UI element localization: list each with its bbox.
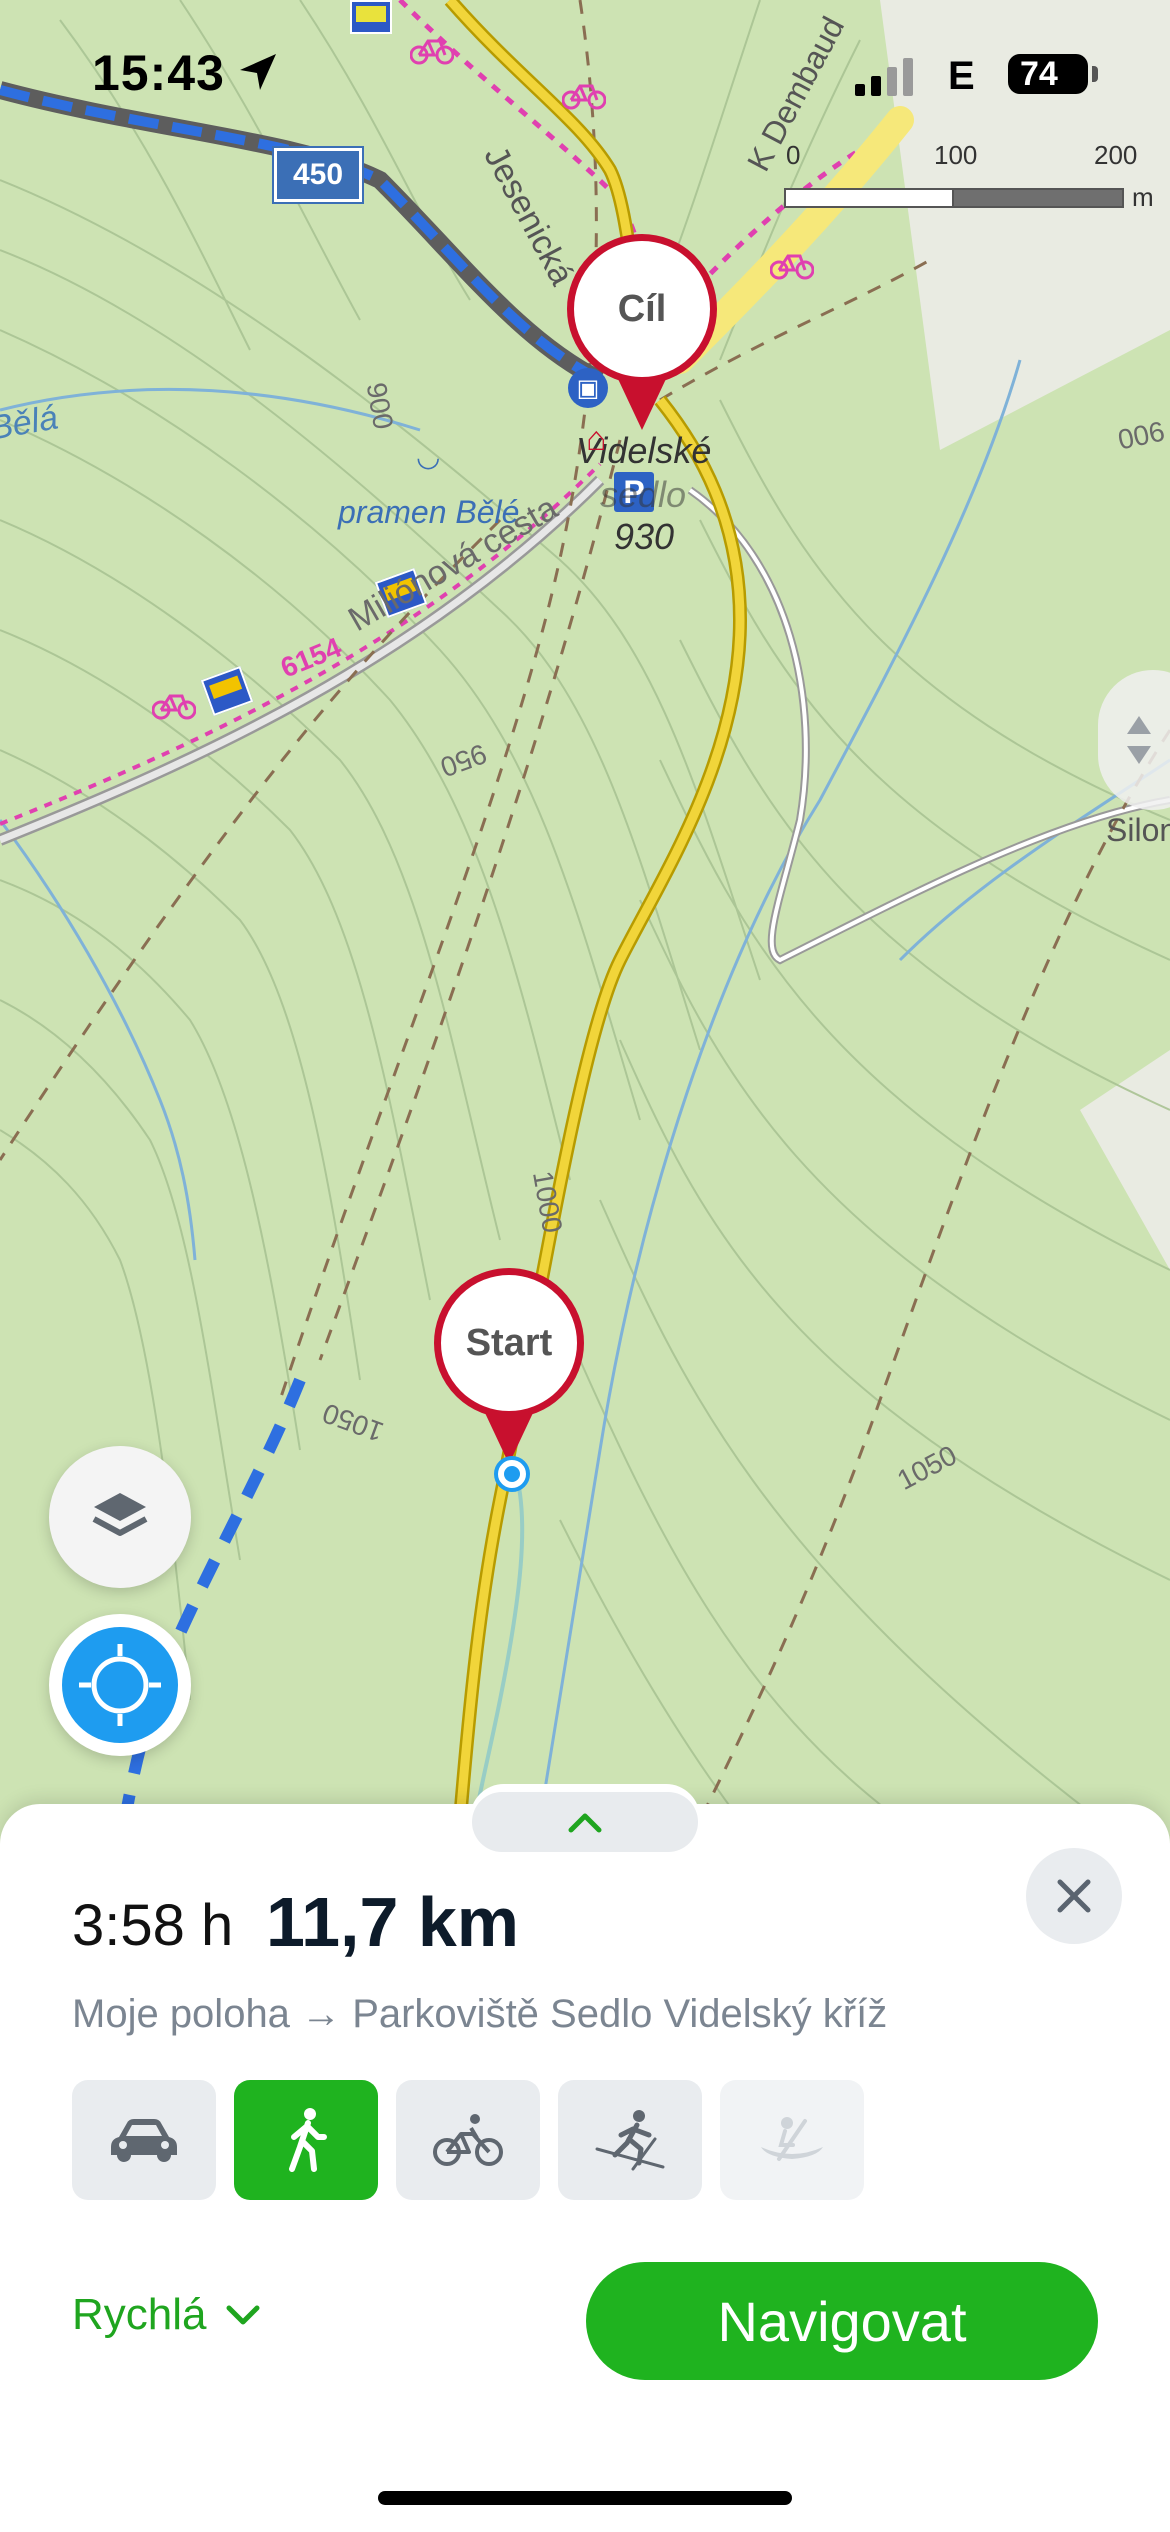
compass-icon [62, 1627, 178, 1743]
scale-label: 0 [786, 140, 801, 170]
canoe-icon [761, 2117, 823, 2161]
expand-vertical-icon [1127, 716, 1151, 764]
scale-label: 100 [934, 140, 978, 170]
map-scale: 0 100 200 m [780, 140, 1160, 220]
walking-icon [289, 2108, 327, 2172]
battery-icon: 74 [1008, 54, 1088, 94]
layers-button[interactable] [49, 1446, 191, 1588]
mode-car-button[interactable] [72, 2080, 216, 2200]
road-number: 450 [292, 158, 344, 191]
bicycle-icon [769, 250, 815, 285]
route-duration: 3:58 h [72, 1893, 234, 1958]
place-label-sedlo: sedlo [600, 474, 687, 515]
battery-level: 74 [1020, 54, 1058, 93]
scale-unit: m [1132, 182, 1154, 212]
home-indicator[interactable] [378, 2491, 792, 2505]
destination-pin[interactable]: Cíl [567, 234, 717, 464]
chevron-up-icon [568, 1813, 602, 1833]
saddle-elevation-label: 930 [614, 516, 675, 557]
mode-walk-button[interactable] [234, 2080, 378, 2200]
mode-bike-button[interactable] [396, 2080, 540, 2200]
mode-canoe-button[interactable] [720, 2080, 864, 2200]
route-type-label: Rychlá [72, 2290, 207, 2339]
close-icon [1057, 1879, 1091, 1913]
navigate-button[interactable]: Navigovat [586, 2262, 1098, 2380]
transport-mode-selector [72, 2080, 864, 2200]
battery-tip [1092, 66, 1098, 82]
route-to: Parkoviště Sedlo Videlský kříž [352, 1992, 888, 2036]
bicycle-icon [151, 690, 197, 725]
start-pin-label: Start [434, 1268, 584, 1418]
status-bar: 15:43 E 74 [0, 0, 1170, 150]
scale-segment [952, 188, 1124, 208]
compass-button[interactable] [49, 1614, 191, 1756]
route-from: Moje poloha [72, 1992, 290, 2036]
current-location-dot [494, 1456, 530, 1492]
network-type: E [948, 54, 975, 98]
status-time: 15:43 [92, 45, 225, 101]
spring-icon: ◡ [416, 441, 441, 472]
route-arrow: → [301, 1992, 342, 2036]
route-distance: 11,7 km [266, 1883, 519, 1961]
skiing-icon [595, 2110, 665, 2171]
map-side-handle[interactable] [1098, 670, 1170, 810]
car-icon [111, 2119, 177, 2162]
place-label-silon: Silon [1106, 812, 1170, 848]
bicycle-icon [433, 2114, 503, 2166]
route-endpoints: Moje poloha → Parkoviště Sedlo Videlský … [72, 1992, 887, 2037]
scale-label: 200 [1094, 140, 1138, 170]
route-type-dropdown[interactable]: Rychlá [72, 2290, 261, 2340]
scale-segment [784, 188, 956, 208]
close-button[interactable] [1026, 1848, 1122, 1944]
chevron-down-icon [226, 2305, 259, 2325]
location-arrow-icon [240, 54, 276, 90]
mode-ski-button[interactable] [558, 2080, 702, 2200]
road-number-badge: 450 [272, 146, 364, 204]
signal-strength-icon [855, 58, 913, 96]
layers-icon [92, 1493, 148, 1536]
destination-pin-label: Cíl [567, 234, 717, 384]
map-view[interactable]: 450 6154 Bělá pramen Bělé ◡ Miliónová ce… [0, 0, 1170, 1820]
expand-sheet-button[interactable] [472, 1792, 698, 1852]
